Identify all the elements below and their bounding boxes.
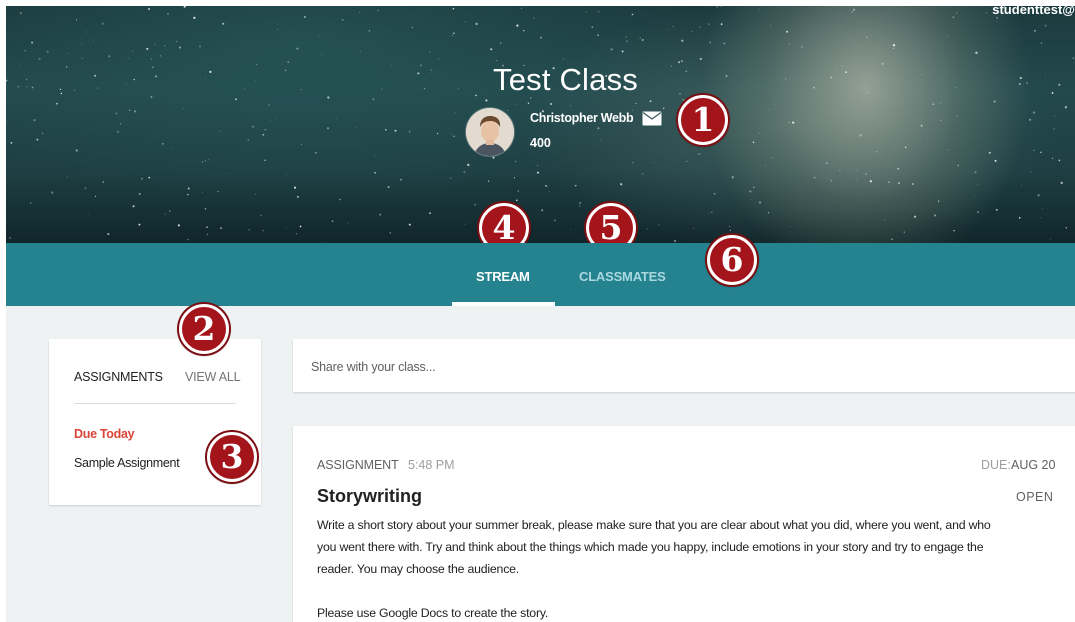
assignment-post: ASSIGNMENT 5:48 PM DUE: AUG 20 Storywrit…: [293, 426, 1075, 622]
mail-icon[interactable]: [642, 111, 662, 126]
tab-classmates[interactable]: CLASSMATES: [579, 269, 666, 284]
post-body: Write a short story about your summer br…: [317, 514, 997, 622]
teacher-name[interactable]: Christopher Webb: [530, 111, 634, 125]
assignment-link[interactable]: Sample Assignment: [74, 456, 180, 470]
classroom-page: studenttest@ Test Class Christopher Webb…: [6, 6, 1075, 622]
callout-badge-6: 6: [707, 235, 757, 285]
active-tab-indicator: [452, 302, 555, 306]
class-tab-bar: STREAM CLASSMATES: [6, 243, 1075, 306]
due-date: AUG 20: [1011, 458, 1056, 472]
callout-badge-1: 1: [678, 95, 728, 145]
callout-badge-3: 3: [207, 432, 257, 482]
open-button[interactable]: OPEN: [1016, 490, 1053, 504]
post-body-paragraph: Write a short story about your summer br…: [317, 518, 991, 576]
class-header: studenttest@ Test Class Christopher Webb…: [6, 6, 1075, 243]
share-box[interactable]: Share with your class...: [293, 339, 1075, 392]
due-today-label: Due Today: [74, 427, 135, 441]
post-title[interactable]: Storywriting: [317, 486, 422, 507]
divider: [74, 403, 236, 404]
share-input-placeholder[interactable]: Share with your class...: [311, 360, 436, 374]
class-section: 400: [530, 136, 551, 150]
post-body-paragraph: Please use Google Docs to create the sto…: [317, 606, 549, 620]
view-all-link[interactable]: VIEW ALL: [185, 370, 241, 384]
due-label: DUE:: [981, 458, 1011, 472]
user-account-email[interactable]: studenttest@: [992, 6, 1075, 17]
teacher-avatar: [466, 108, 514, 156]
tab-stream[interactable]: STREAM: [476, 269, 530, 284]
class-title: Test Class: [493, 62, 638, 97]
post-time: 5:48 PM: [408, 458, 455, 472]
callout-badge-2: 2: [179, 304, 229, 354]
assignments-heading: ASSIGNMENTS: [74, 370, 163, 384]
post-type: ASSIGNMENT: [317, 458, 399, 472]
